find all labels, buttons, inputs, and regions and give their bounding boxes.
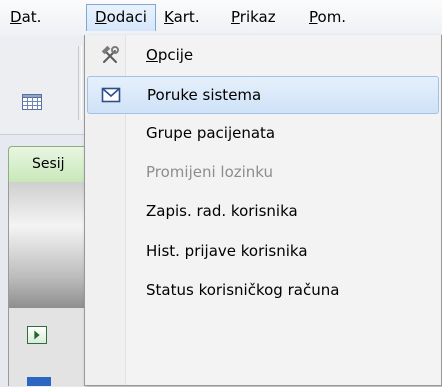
menu-item-poruke-sistema[interactable]: Poruke sistema	[87, 76, 439, 114]
menu-item-grupe-pacijenata[interactable]: Grupe pacijenata	[87, 115, 439, 153]
menu-dat[interactable]: Dat.	[2, 4, 49, 31]
menu-pom-rest: om.	[317, 8, 347, 26]
menu-item-status-korisnickog-racuna-label: Status korisničkog računa	[146, 281, 340, 299]
menu-dodaci-mnemonic: D	[95, 8, 107, 26]
menu-dat-rest: at.	[21, 8, 42, 26]
menu-dodaci-rest: odaci	[106, 8, 147, 26]
envelope-icon	[101, 87, 121, 103]
grid-icon[interactable]	[22, 94, 42, 110]
opcije-mnemonic: O	[146, 46, 158, 64]
menu-item-poruke-sistema-label: Poruke sistema	[147, 86, 262, 104]
menu-item-zapis-rad-korisnika[interactable]: Zapis. rad. korisnika	[87, 193, 439, 231]
menu-item-hist-prijave-korisnika[interactable]: Hist. prijave korisnika	[87, 233, 439, 271]
menu-kart-rest: art.	[173, 8, 200, 26]
menu-item-promijeni-lozinku-label: Promijeni lozinku	[146, 163, 274, 181]
tab-sesije[interactable]: Sesij	[8, 146, 90, 182]
menu-dodaci[interactable]: Dodaci	[86, 4, 156, 31]
tab-sesije-label: Sesij	[32, 156, 65, 172]
menu-dat-mnemonic: D	[10, 8, 22, 26]
menu-item-opcije[interactable]: Opcije	[87, 37, 439, 75]
menu-item-grupe-pacijenata-label: Grupe pacijenata	[146, 124, 276, 142]
menu-item-opcije-label: Opcije	[146, 37, 193, 73]
opcije-rest: pcije	[157, 46, 194, 64]
menu-item-hist-prijave-korisnika-label: Hist. prijave korisnika	[146, 242, 308, 260]
menu-item-promijeni-lozinku: Promijeni lozinku	[87, 154, 439, 192]
dodaci-dropdown-menu: Opcije Poruke sistema Grupe pacijenata P…	[84, 35, 442, 386]
menu-bar: Dat. Dodaci Kart. Prikaz Pom.	[0, 0, 442, 37]
menu-prikaz-mnemonic: P	[231, 8, 240, 26]
menu-item-zapis-rad-korisnika-label: Zapis. rad. korisnika	[146, 202, 298, 220]
menu-kart[interactable]: Kart.	[156, 4, 208, 31]
toolbar-separator	[78, 46, 82, 120]
menu-prikaz-rest: rikaz	[239, 8, 276, 26]
menu-pom-mnemonic: P	[309, 8, 318, 26]
tools-icon	[101, 46, 119, 63]
menu-prikaz[interactable]: Prikaz	[223, 4, 284, 31]
menu-item-status-korisnickog-racuna[interactable]: Status korisničkog računa	[87, 272, 439, 310]
menu-kart-mnemonic: K	[164, 8, 174, 26]
toolbar	[0, 36, 90, 134]
blue-indicator	[27, 377, 51, 386]
panel-header	[8, 182, 91, 308]
panel-body	[8, 308, 91, 386]
expand-arrow-icon[interactable]	[27, 326, 47, 344]
menu-pom[interactable]: Pom.	[301, 4, 354, 31]
